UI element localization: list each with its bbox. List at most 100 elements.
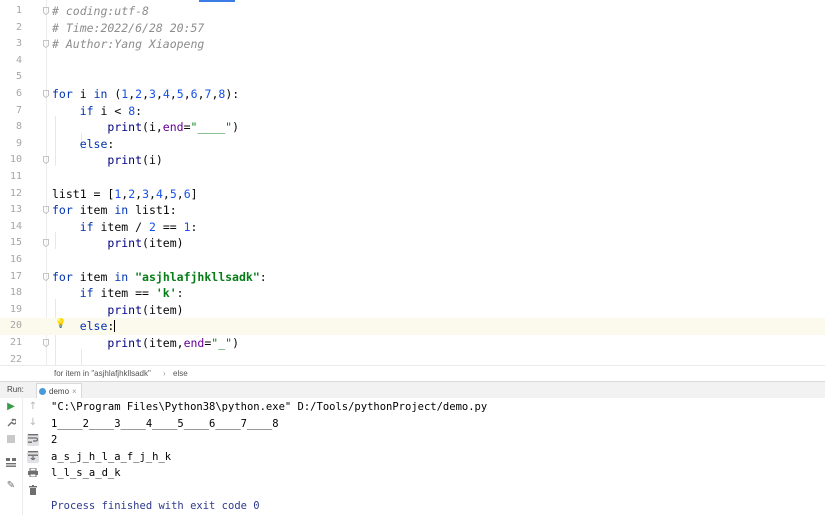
- run-toolbar-right: ↑ ↓: [22, 398, 44, 515]
- code-line[interactable]: 11: [0, 169, 825, 186]
- code-text: if item == 'k':: [79, 286, 184, 301]
- run-console[interactable]: ▶ ✎ ↑ ↓ "C:\Program Files\Python38\pytho…: [0, 398, 825, 515]
- line-number: 16: [9, 254, 22, 265]
- code-line[interactable]: 15 print(item): [0, 235, 825, 252]
- run-tab-label: demo: [49, 386, 70, 396]
- code-text: list1 = [1,2,3,4,5,6]: [52, 186, 198, 201]
- console-line: "C:\Program Files\Python38\python.exe" D…: [51, 401, 488, 413]
- line-number: 2: [15, 21, 22, 33]
- code-line[interactable]: 19 print(item): [0, 302, 825, 319]
- line-number: 3: [15, 38, 22, 50]
- fold-marker-icon[interactable]: [43, 40, 49, 49]
- code-line[interactable]: 13 for item in list1:: [0, 202, 825, 219]
- line-number: 14: [9, 220, 22, 232]
- text-cursor: [114, 320, 116, 333]
- code-text: # coding:utf-8: [52, 4, 149, 18]
- code-text: print(item): [107, 236, 184, 251]
- fold-marker-icon[interactable]: [43, 90, 49, 98]
- console-line: a_s_j_h_l_a_f_j_h_k: [51, 450, 172, 463]
- run-panel-header: Run: demo ×: [0, 381, 825, 399]
- line-number: 5: [15, 71, 22, 83]
- breadcrumb: for item in "asjhlafjhkllsadk" › else: [0, 365, 825, 382]
- code-text: for item in "asjhlafjhkllsadk":: [52, 269, 267, 284]
- breadcrumb-item-else[interactable]: else: [173, 369, 188, 378]
- layout-icon[interactable]: [5, 458, 17, 470]
- code-line[interactable]: 18 if item == 'k':: [0, 285, 825, 302]
- code-text: for item in list1:: [52, 203, 177, 218]
- fold-marker-icon[interactable]: [43, 206, 49, 215]
- scroll-to-end-icon[interactable]: [27, 451, 39, 463]
- code-text: else:: [79, 319, 116, 334]
- stop-icon[interactable]: [5, 435, 17, 447]
- down-arrow-icon[interactable]: ↓: [27, 417, 39, 429]
- code-text: if item / 2 == 1:: [79, 219, 198, 234]
- code-text: # Author:Yang Xiaopeng: [52, 37, 205, 52]
- code-line[interactable]: 14 if item / 2 == 1:: [0, 219, 825, 236]
- code-line[interactable]: 22: [0, 352, 825, 365]
- run-toolbar-left: ▶ ✎: [0, 398, 23, 515]
- line-number: 18: [9, 287, 22, 299]
- code-text: if i < 8:: [79, 103, 143, 118]
- trash-icon[interactable]: [27, 485, 39, 497]
- print-icon[interactable]: [27, 467, 39, 480]
- breadcrumb-item-for-loop[interactable]: for item in "asjhlafjhkllsadk": [54, 369, 151, 378]
- code-line[interactable]: 2 # Time:2022/6/28 20:57: [0, 20, 825, 37]
- line-number: 19: [9, 303, 22, 315]
- run-label: Run:: [7, 385, 24, 394]
- code-text: print(i): [107, 153, 163, 168]
- code-line[interactable]: 3 # Author:Yang Xiaopeng: [0, 36, 825, 53]
- line-number: 11: [9, 171, 22, 182]
- console-line: l_l_s_a_d_k: [51, 467, 121, 479]
- soft-wrap-icon[interactable]: [27, 434, 39, 446]
- line-number: 8: [15, 121, 22, 133]
- code-text: # Time:2022/6/28 20:57: [52, 20, 205, 35]
- console-line: 2: [51, 434, 58, 446]
- breadcrumb-separator: ›: [163, 369, 166, 378]
- run-icon[interactable]: ▶: [5, 401, 17, 413]
- code-line[interactable]: 17 for item in "asjhlafjhkllsadk":: [0, 269, 825, 286]
- run-tab-demo[interactable]: demo ×: [36, 383, 82, 398]
- line-number: 10: [9, 154, 22, 166]
- code-line[interactable]: 5: [0, 69, 825, 86]
- line-number: 9: [15, 137, 22, 149]
- code-text: print(item): [107, 302, 184, 317]
- code-line[interactable]: 6 for i in (1,2,3,4,5,6,7,8):: [0, 86, 825, 103]
- wrench-icon[interactable]: [5, 417, 18, 429]
- pin-icon[interactable]: ✎: [5, 480, 17, 492]
- code-line[interactable]: 9 else:: [0, 136, 825, 153]
- line-number: 13: [9, 204, 22, 216]
- line-number: 17: [9, 270, 22, 282]
- fold-marker-icon[interactable]: [43, 7, 49, 15]
- code-text: for i in (1,2,3,4,5,6,7,8):: [52, 87, 240, 101]
- line-number: 7: [15, 104, 22, 116]
- line-number: 1: [15, 5, 22, 16]
- fold-marker-icon[interactable]: [43, 272, 49, 281]
- code-text: print(item,end="_"): [107, 336, 239, 350]
- code-line[interactable]: 20 💡 else:: [0, 318, 825, 335]
- line-number: 12: [9, 187, 22, 199]
- code-line[interactable]: 8 print(i,end="____"): [0, 119, 825, 136]
- fold-marker-icon[interactable]: [43, 339, 49, 347]
- console-line: Process finished with exit code 0: [51, 500, 260, 512]
- code-line[interactable]: 1 # coding:utf-8: [0, 3, 825, 20]
- code-editor[interactable]: 1 # coding:utf-8 2 # Time:2022/6/28 20:57 3 #…: [0, 0, 825, 365]
- close-icon[interactable]: ×: [72, 387, 77, 396]
- code-line[interactable]: 12 list1 = [1,2,3,4,5,6]: [0, 186, 825, 203]
- code-line[interactable]: 7 if i < 8:: [0, 103, 825, 120]
- line-number: 21: [9, 337, 22, 348]
- python-icon: [39, 387, 46, 395]
- console-line: 1____2____3____4____5____6____7____8: [51, 417, 279, 430]
- fold-marker-icon[interactable]: [43, 239, 49, 248]
- code-line[interactable]: 21 print(item,end="_"): [0, 335, 825, 352]
- code-line[interactable]: 10 print(i): [0, 152, 825, 169]
- code-line[interactable]: 4: [0, 53, 825, 70]
- tab-indicator: [199, 0, 235, 2]
- fold-marker-icon[interactable]: [43, 156, 49, 165]
- code-text: else:: [79, 136, 115, 151]
- up-arrow-icon[interactable]: ↑: [27, 401, 39, 413]
- code-text: print(i,end="____"): [107, 120, 239, 135]
- line-number: 15: [9, 237, 22, 249]
- line-number: 4: [15, 54, 22, 66]
- line-number: 6: [15, 88, 22, 99]
- code-line[interactable]: 16: [0, 252, 825, 269]
